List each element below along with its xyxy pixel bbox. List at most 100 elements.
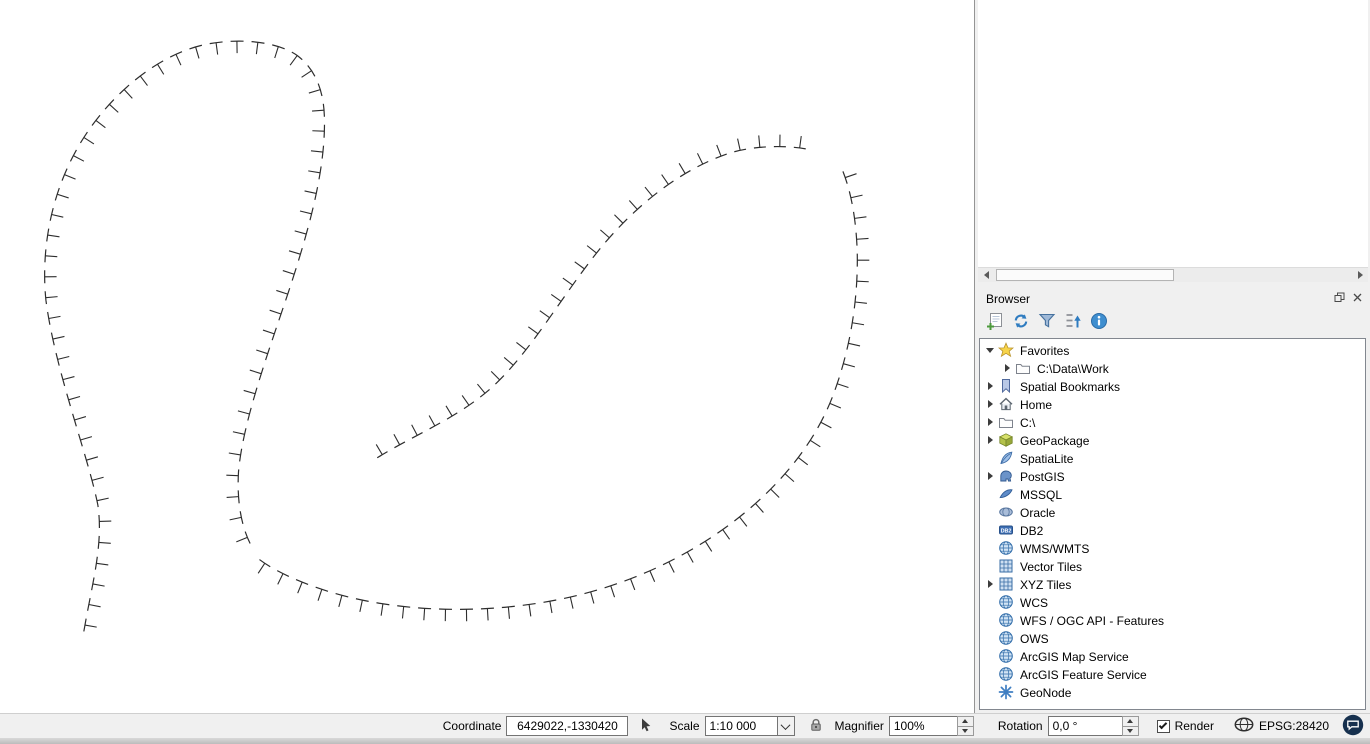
magnifier-input[interactable] (889, 716, 957, 736)
collapse-all-icon (1063, 311, 1083, 334)
expand-arrow[interactable] (984, 469, 998, 483)
browser-item-label: C:\Data\Work (1037, 361, 1109, 376)
spin-up-icon (1127, 719, 1133, 723)
browser-item-db2[interactable]: DB2DB2 (980, 521, 1365, 539)
scale-dropdown-button[interactable] (777, 716, 795, 736)
close-panel-icon (1352, 291, 1363, 306)
scroll-left-button[interactable] (978, 268, 994, 282)
expand-arrow (984, 613, 998, 627)
expand-arrow[interactable] (1001, 361, 1015, 375)
show-properties-button[interactable] (1086, 311, 1111, 335)
browser-item-c[interactable]: C:\ (980, 413, 1365, 431)
browser-item-wms-wmts[interactable]: WMS/WMTS (980, 539, 1365, 557)
svg-text:DB2: DB2 (1001, 529, 1012, 535)
globe-grid-icon (998, 594, 1015, 610)
render-checkbox[interactable] (1157, 720, 1170, 733)
collapse-all-button[interactable] (1060, 311, 1085, 335)
scale-input[interactable] (705, 716, 777, 736)
magnifier-spinbox (889, 716, 974, 736)
close-panel-button[interactable] (1350, 291, 1365, 306)
browser-item-ows[interactable]: OWS (980, 629, 1365, 647)
add-selected-layers-button[interactable] (982, 311, 1007, 335)
expand-arrow (984, 649, 998, 663)
mssql-icon (998, 486, 1015, 502)
browser-item-wcs[interactable]: WCS (980, 593, 1365, 611)
expand-arrow (984, 559, 998, 573)
expand-arrow (984, 451, 998, 465)
spin-down-icon (1127, 729, 1133, 733)
browser-item-favorites[interactable]: Favorites (980, 341, 1365, 359)
expand-arrow[interactable] (984, 343, 998, 357)
rotation-spinbox (1048, 716, 1139, 736)
browser-item-arcgis-map-service[interactable]: ArcGIS Map Service (980, 647, 1365, 665)
scrollbar-track[interactable] (994, 268, 1352, 282)
browser-item-label: WFS / OGC API - Features (1020, 613, 1164, 628)
browser-item-label: C:\ (1020, 415, 1035, 430)
browser-item-label: Vector Tiles (1020, 559, 1082, 574)
spin-down-icon (962, 729, 968, 733)
magnifier-down-button[interactable] (957, 727, 974, 737)
cliff-hachure-line-middle (377, 147, 813, 458)
crs-value[interactable]: EPSG:28420 (1259, 719, 1329, 733)
browser-item-postgis[interactable]: PostGIS (980, 467, 1365, 485)
magnifier-up-button[interactable] (957, 716, 974, 727)
coordinate-label: Coordinate (443, 719, 502, 733)
crs-status-button[interactable] (1234, 717, 1254, 735)
browser-item-arcgis-feature-service[interactable]: ArcGIS Feature Service (980, 665, 1365, 683)
expand-arrow[interactable] (984, 415, 998, 429)
browser-item-label: XYZ Tiles (1020, 577, 1071, 592)
rotation-down-button[interactable] (1122, 727, 1139, 737)
scrollbar-thumb[interactable] (996, 269, 1174, 281)
browser-tree: Favorites C:\Data\Work Spatial Bookmarks Ho… (979, 338, 1366, 710)
rotation-up-button[interactable] (1122, 716, 1139, 727)
mouse-position-icon (637, 717, 653, 736)
horizontal-scrollbar[interactable] (978, 267, 1368, 282)
messages-icon (1342, 714, 1364, 739)
window-bottom-edge (0, 738, 1370, 744)
browser-item-label: SpatiaLite (1020, 451, 1073, 466)
home-icon (998, 396, 1015, 412)
filter-browser-button[interactable] (1034, 311, 1059, 335)
magnifier-label: Magnifier (835, 719, 884, 733)
browser-item-mssql[interactable]: MSSQL (980, 485, 1365, 503)
status-bar: Coordinate Scale Magnifier Rotation (0, 713, 1370, 738)
expand-arrow[interactable] (984, 379, 998, 393)
scroll-right-button[interactable] (1352, 268, 1368, 282)
browser-item-vector-tiles[interactable]: Vector Tiles (980, 557, 1365, 575)
browser-panel-title: Browser (986, 292, 1030, 306)
refresh-button[interactable] (1008, 311, 1033, 335)
lock-scale-icon (808, 717, 824, 736)
expand-arrow[interactable] (984, 577, 998, 591)
float-panel-icon (1334, 291, 1345, 306)
expand-arrow (984, 487, 998, 501)
add-selected-layers-icon (985, 311, 1005, 334)
mouse-position-button[interactable] (637, 717, 653, 736)
spatialite-icon (998, 450, 1015, 466)
browser-item-geopackage[interactable]: GeoPackage (980, 431, 1365, 449)
browser-item-spatial-bookmarks[interactable]: Spatial Bookmarks (980, 377, 1365, 395)
expand-arrow (984, 523, 998, 537)
browser-item-c-data-work[interactable]: C:\Data\Work (980, 359, 1365, 377)
browser-item-label: Home (1020, 397, 1052, 412)
messages-button[interactable] (1342, 714, 1364, 739)
browser-item-spatialite[interactable]: SpatiaLite (980, 449, 1365, 467)
lock-scale-button[interactable] (808, 717, 824, 736)
browser-item-oracle[interactable]: Oracle (980, 503, 1365, 521)
float-panel-button[interactable] (1332, 291, 1347, 306)
globe-grid-icon (998, 630, 1015, 646)
map-canvas[interactable] (0, 0, 975, 713)
browser-item-label: ArcGIS Feature Service (1020, 667, 1147, 682)
scroll-left-icon (984, 271, 989, 279)
tiles-grid-icon (998, 558, 1015, 574)
cliff-hachure-line-west-ticks (45, 41, 325, 627)
expand-arrow[interactable] (984, 433, 998, 447)
rotation-input[interactable] (1048, 716, 1122, 736)
browser-item-label: MSSQL (1020, 487, 1062, 502)
browser-item-home[interactable]: Home (980, 395, 1365, 413)
browser-item-xyz-tiles[interactable]: XYZ Tiles (980, 575, 1365, 593)
browser-item-geonode[interactable]: GeoNode (980, 683, 1365, 701)
coordinate-input[interactable] (506, 716, 628, 736)
browser-item-label: Spatial Bookmarks (1020, 379, 1120, 394)
browser-item-wfs-ogc-api-features[interactable]: WFS / OGC API - Features (980, 611, 1365, 629)
expand-arrow[interactable] (984, 397, 998, 411)
